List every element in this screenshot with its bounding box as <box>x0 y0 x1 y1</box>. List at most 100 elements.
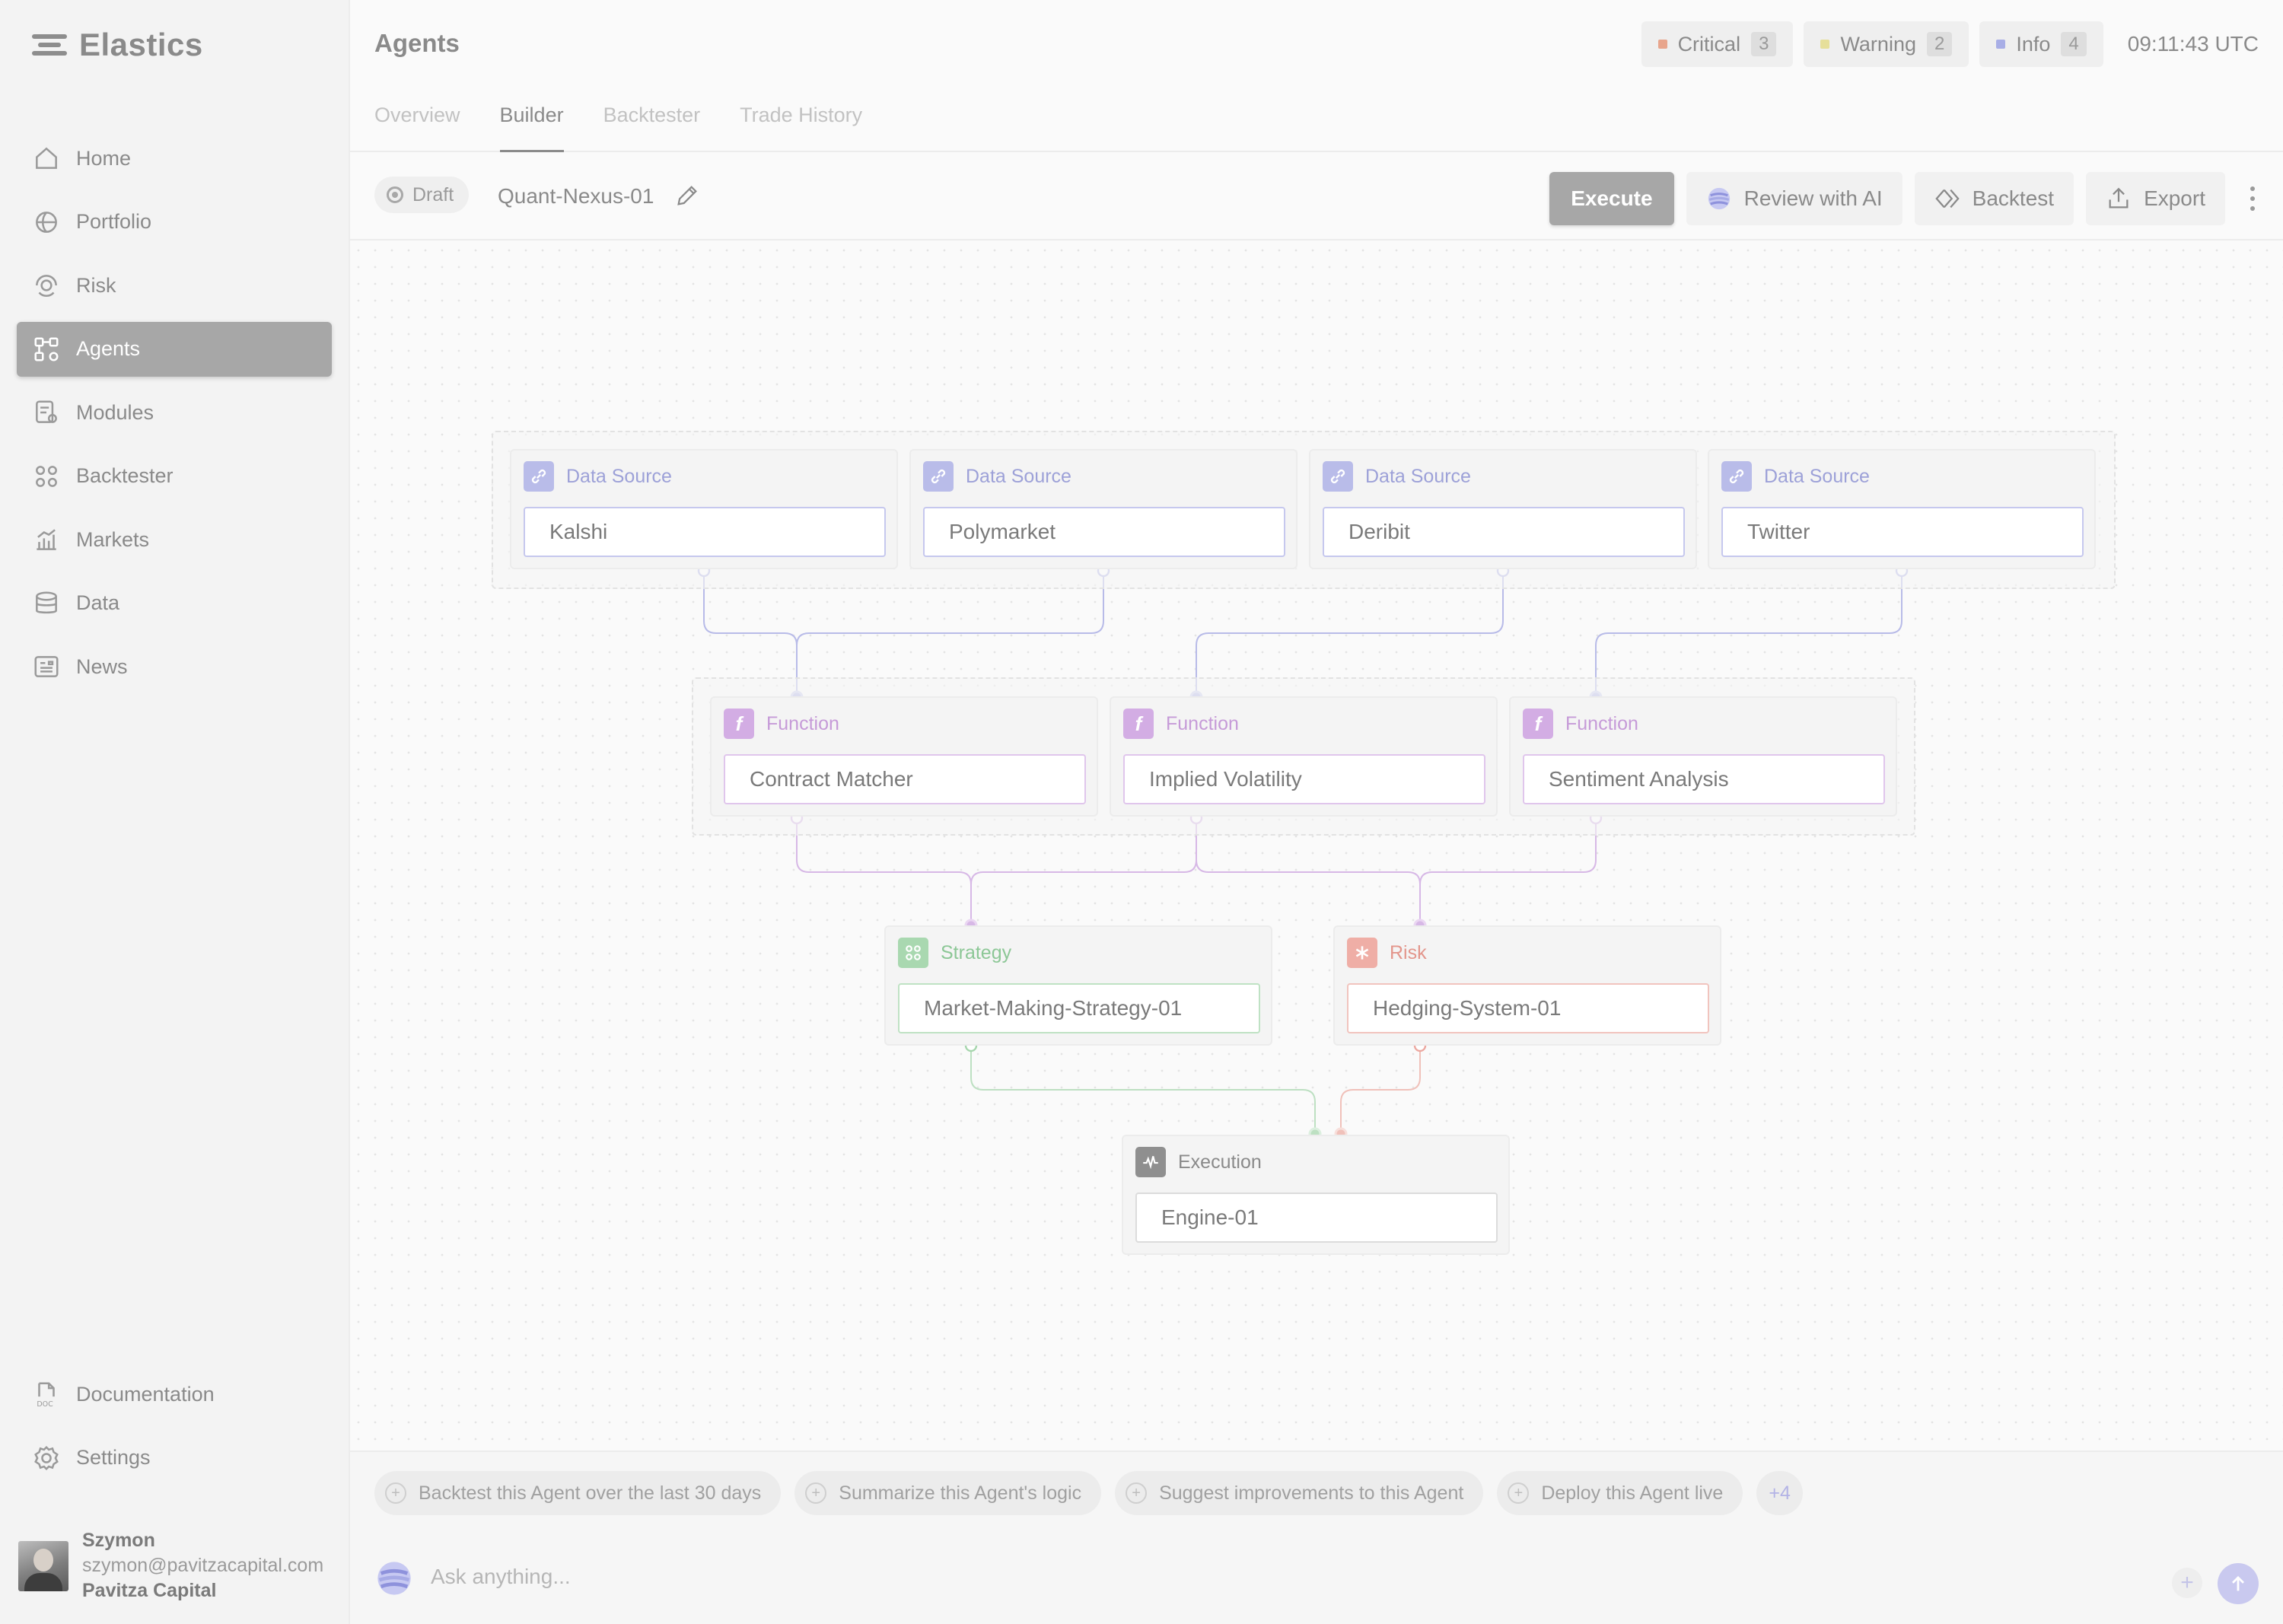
asterisk-icon <box>1347 938 1377 968</box>
builder-canvas[interactable]: Data Source Kalshi Data Source Polymarke… <box>350 242 2283 1450</box>
ask-bar: Ask anything... + <box>350 1534 2283 1624</box>
tab-backtester[interactable]: Backtester <box>603 103 701 152</box>
sidebar-item-documentation[interactable]: DOC Documentation <box>17 1367 332 1422</box>
draft-status-icon <box>387 186 403 203</box>
node-value-field[interactable]: Implied Volatility <box>1123 754 1485 804</box>
more-suggestions-button[interactable]: +4 <box>1756 1471 1803 1515</box>
node-risk[interactable]: Risk Hedging-System-01 <box>1333 925 1721 1046</box>
suggestion-label: Summarize this Agent's logic <box>839 1482 1082 1504</box>
review-label: Review with AI <box>1743 186 1883 210</box>
sidebar-item-data[interactable]: Data <box>17 576 332 631</box>
alerts-bar: Critical 3 Warning 2 Info 4 09:11:43 UTC <box>1641 21 2259 67</box>
node-data-source-polymarket[interactable]: Data Source Polymarket <box>909 449 1298 569</box>
builder-toolbar: Draft Quant-Nexus-01 Execute Review with… <box>350 154 2283 240</box>
globe-icon <box>36 211 57 233</box>
user-profile[interactable]: Szymon szymon@pavitzacapital.com Pavitza… <box>18 1530 323 1602</box>
node-strategy[interactable]: Strategy Market-Making-Strategy-01 <box>884 925 1272 1046</box>
sidebar: Elastics Home Portfolio Risk Agents Modu… <box>0 0 350 1624</box>
sidebar-item-label: Settings <box>76 1446 151 1469</box>
execute-button[interactable]: Execute <box>1549 172 1674 225</box>
suggestion-chip[interactable]: + Suggest improvements to this Agent <box>1115 1471 1484 1515</box>
add-attachment-icon[interactable]: + <box>2172 1568 2202 1598</box>
pencil-icon[interactable] <box>674 183 700 209</box>
sidebar-item-home[interactable]: Home <box>17 131 332 186</box>
tab-trade-history[interactable]: Trade History <box>740 103 862 152</box>
tab-overview[interactable]: Overview <box>374 103 460 152</box>
sidebar-item-risk[interactable]: Risk <box>17 258 332 313</box>
warning-indicator-icon <box>1820 40 1830 49</box>
node-execution[interactable]: Execution Engine-01 <box>1122 1135 1510 1255</box>
suggestion-chip[interactable]: + Backtest this Agent over the last 30 da… <box>374 1471 782 1515</box>
node-value-field[interactable]: Hedging-System-01 <box>1347 983 1709 1033</box>
sidebar-item-label: Data <box>76 591 120 614</box>
sidebar-item-portfolio[interactable]: Portfolio <box>17 195 332 250</box>
sidebar-item-agents[interactable]: Agents <box>17 321 332 377</box>
sidebar-item-label: Agents <box>76 337 141 360</box>
backtest-button[interactable]: Backtest <box>1914 172 2074 225</box>
node-value-field[interactable]: Twitter <box>1721 507 2084 557</box>
node-type-label: Data Source <box>1365 465 1471 487</box>
sidebar-item-label: News <box>76 654 128 678</box>
node-value-field[interactable]: Deribit <box>1323 507 1685 557</box>
user-name: Szymon <box>82 1530 155 1551</box>
sidebar-item-backtester[interactable]: Backtester <box>17 449 332 504</box>
ai-orb-icon <box>377 1562 411 1595</box>
suggestion-chip[interactable]: + Summarize this Agent's logic <box>794 1471 1102 1515</box>
send-button[interactable] <box>2218 1563 2259 1604</box>
sidebar-item-news[interactable]: News <box>17 639 332 694</box>
diamond-arrows-icon <box>1934 189 1960 209</box>
more-options-icon[interactable] <box>2237 172 2268 225</box>
news-icon <box>34 656 59 677</box>
plus-icon: + <box>1126 1482 1148 1504</box>
avatar <box>18 1540 68 1591</box>
svg-text:DOC: DOC <box>37 1400 53 1409</box>
risk-icon <box>36 275 57 298</box>
sidebar-item-label: Risk <box>76 273 116 297</box>
node-value-field[interactable]: Engine-01 <box>1135 1193 1498 1243</box>
suggestion-chip[interactable]: + Deploy this Agent live <box>1497 1471 1743 1515</box>
node-value-field[interactable]: Contract Matcher <box>724 754 1086 804</box>
node-data-source-deribit[interactable]: Data Source Deribit <box>1309 449 1697 569</box>
node-function-sentiment-analysis[interactable]: f Function Sentiment Analysis <box>1509 696 1897 817</box>
backtester-icon <box>36 465 57 487</box>
node-data-source-twitter[interactable]: Data Source Twitter <box>1708 449 2096 569</box>
node-type-label: Execution <box>1178 1151 1262 1173</box>
agent-name[interactable]: Quant-Nexus-01 <box>498 184 654 209</box>
review-with-ai-button[interactable]: Review with AI <box>1686 172 1902 225</box>
suggestion-label: Deploy this Agent live <box>1541 1482 1724 1504</box>
node-value-field[interactable]: Sentiment Analysis <box>1523 754 1885 804</box>
alert-warning[interactable]: Warning 2 <box>1804 21 1969 67</box>
node-function-contract-matcher[interactable]: f Function Contract Matcher <box>710 696 1098 817</box>
node-function-implied-volatility[interactable]: f Function Implied Volatility <box>1110 696 1498 817</box>
alert-info[interactable]: Info 4 <box>1979 21 2103 67</box>
node-type-label: Function <box>766 712 839 734</box>
user-org: Pavitza Capital <box>82 1580 217 1601</box>
node-value-field[interactable]: Polymarket <box>923 507 1285 557</box>
alert-label: Warning <box>1840 32 1916 56</box>
alert-critical[interactable]: Critical 3 <box>1641 21 1794 67</box>
node-data-source-kalshi[interactable]: Data Source Kalshi <box>510 449 898 569</box>
agents-icon <box>34 336 59 361</box>
sidebar-item-modules[interactable]: Modules <box>17 385 332 440</box>
app-logo[interactable]: Elastics <box>32 23 203 67</box>
node-value-field[interactable]: Market-Making-Strategy-01 <box>898 983 1260 1033</box>
sidebar-item-settings[interactable]: Settings <box>17 1431 332 1485</box>
export-button[interactable]: Export <box>2086 172 2225 225</box>
menu-icon[interactable] <box>32 31 67 59</box>
link-icon <box>524 461 554 492</box>
sidebar-item-label: Home <box>76 146 132 170</box>
node-value-field[interactable]: Kalshi <box>524 507 886 557</box>
export-label: Export <box>2144 186 2205 210</box>
doc-icon: DOC <box>37 1382 55 1409</box>
link-icon <box>1721 461 1752 492</box>
ask-input[interactable]: Ask anything... <box>431 1565 571 1589</box>
plus-icon: + <box>1508 1482 1530 1504</box>
tab-builder[interactable]: Builder <box>499 103 564 152</box>
link-icon <box>1323 461 1353 492</box>
node-type-label: Data Source <box>1764 465 1870 487</box>
sidebar-item-markets[interactable]: Markets <box>17 512 332 567</box>
modules-icon <box>36 400 57 423</box>
export-icon <box>2109 187 2129 209</box>
user-email: szymon@pavitzacapital.com <box>82 1555 324 1576</box>
gear-icon <box>34 1445 59 1470</box>
